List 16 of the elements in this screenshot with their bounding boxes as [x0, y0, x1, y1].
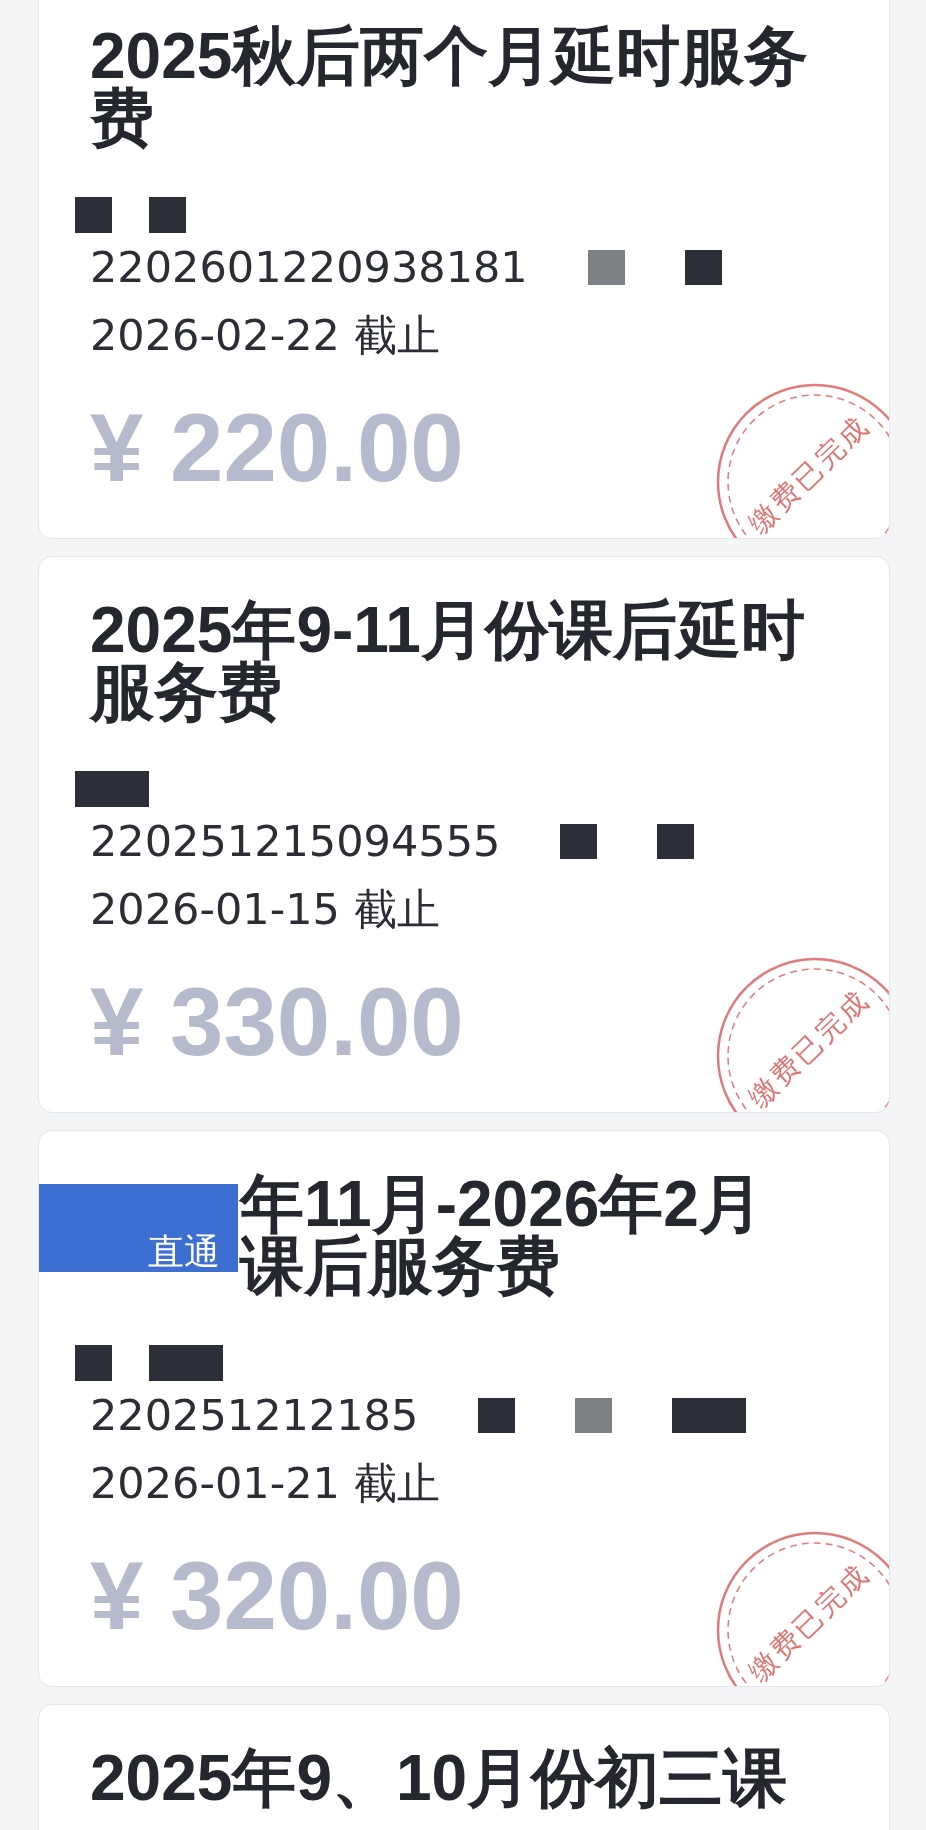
amount: ¥ 330.00 [90, 974, 464, 1070]
due-date: 2026-01-15 截止 [90, 883, 440, 935]
stamp-text: 缴费已完成 [741, 408, 877, 538]
order-number: 220251215094555 [90, 815, 501, 867]
bill-title: 年11月-2026年2月课后服务费 [240, 1173, 764, 1297]
stamp-text: 缴费已完成 [741, 1556, 877, 1686]
bill-title: 2025年9-11月份课后延时服务费 [90, 599, 806, 723]
order-number: 220251212185 [90, 1389, 419, 1441]
order-number: 2202601220938181 [90, 241, 528, 293]
overlay-tag: 直通 [39, 1184, 238, 1272]
amount: ¥ 320.00 [90, 1548, 464, 1644]
due-date: 2026-02-22 截止 [90, 309, 440, 361]
amount: ¥ 220.00 [90, 400, 464, 496]
due-date: 2026-01-21 截止 [90, 1457, 440, 1509]
stamp-text: 缴费已完成 [741, 982, 877, 1112]
bill-title: 2025秋后两个月延时服务费 [90, 25, 810, 149]
